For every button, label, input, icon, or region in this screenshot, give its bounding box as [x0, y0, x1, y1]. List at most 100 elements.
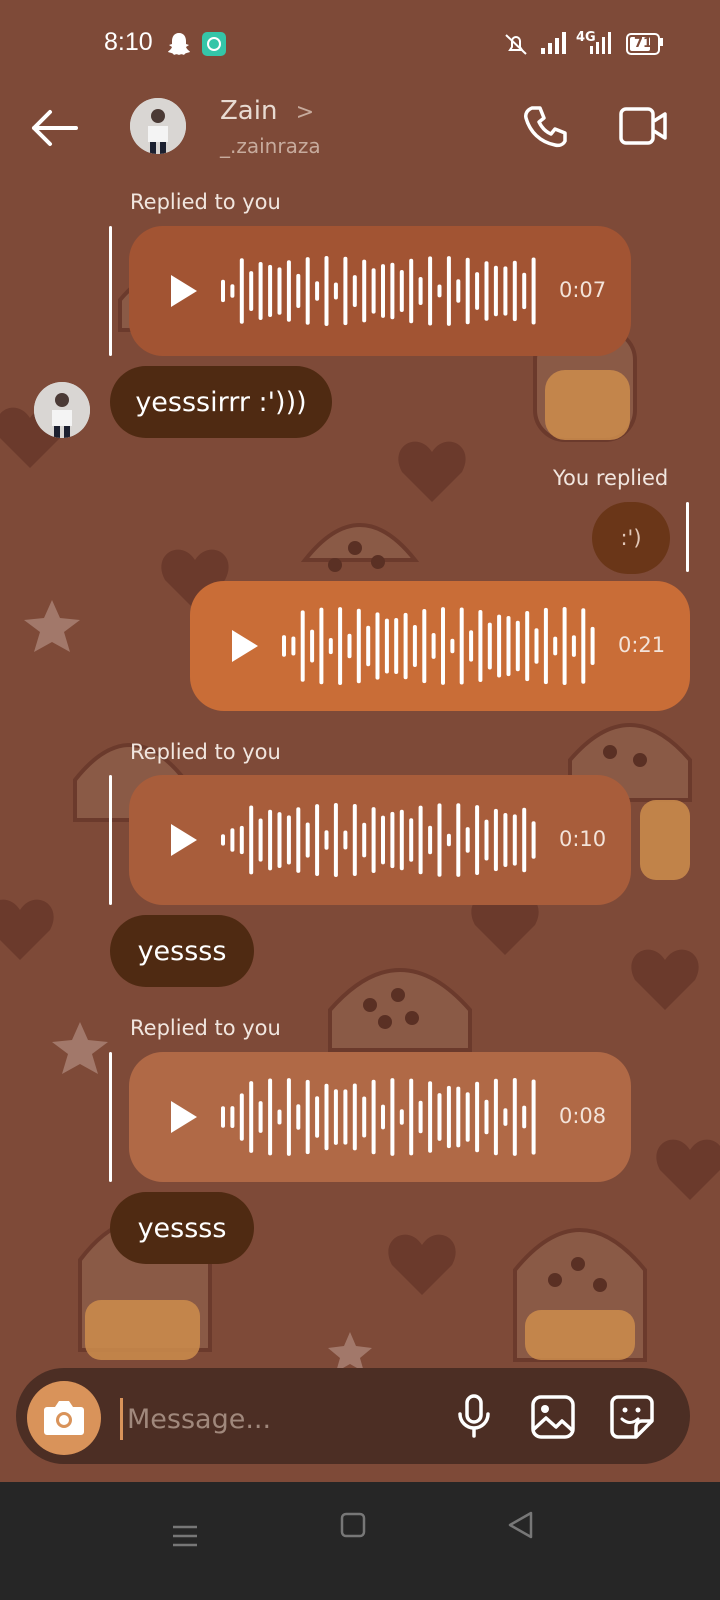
waveform — [221, 803, 536, 877]
play-icon[interactable] — [163, 271, 203, 311]
reply-indicator — [109, 226, 112, 356]
waveform-bar — [525, 611, 530, 682]
waveform-bar — [446, 256, 451, 326]
waveform-bar — [487, 622, 492, 670]
waveform-bar — [390, 811, 395, 869]
waveform-bar — [333, 282, 338, 300]
waveform-bar — [465, 1092, 470, 1142]
waveform-bar — [469, 630, 474, 662]
microphone-icon[interactable] — [456, 1394, 492, 1440]
waveform-bar — [515, 620, 520, 672]
waveform-bar — [291, 636, 296, 656]
home-nav-icon[interactable] — [340, 1512, 366, 1538]
phone-icon[interactable] — [522, 104, 568, 150]
waveform-bar — [534, 628, 539, 664]
waveform — [282, 607, 595, 685]
message-input[interactable] — [120, 1398, 449, 1440]
waveform-bar — [249, 805, 254, 875]
battery-icon: 71 — [626, 33, 660, 55]
waveform-bar — [422, 609, 427, 684]
waveform-bar — [286, 260, 291, 322]
waveform-bar — [456, 1086, 461, 1148]
sticker-icon[interactable] — [608, 1393, 656, 1441]
message-bubble[interactable]: yessss — [110, 915, 254, 987]
waveform-bar — [475, 272, 480, 310]
back-arrow-icon[interactable] — [30, 108, 80, 148]
waveform-bar — [531, 1079, 536, 1155]
snapchat-icon — [168, 33, 190, 55]
waveform-bar — [286, 1078, 291, 1156]
camera-button[interactable] — [27, 1381, 101, 1455]
status-time: 8:10 — [104, 28, 153, 56]
back-nav-icon[interactable] — [506, 1510, 534, 1540]
waveform-bar — [381, 815, 385, 865]
waveform-bar — [221, 1106, 225, 1128]
waveform-bar — [221, 279, 225, 303]
waveform-bar — [590, 626, 595, 665]
waveform-bar — [258, 1101, 263, 1133]
sender-avatar[interactable] — [34, 382, 90, 438]
waveform-bar — [475, 1081, 480, 1153]
waveform-bar — [310, 629, 315, 663]
play-icon[interactable] — [224, 626, 264, 666]
waveform-bar — [239, 1093, 244, 1141]
waveform-bar — [431, 633, 436, 659]
waveform-bar — [390, 262, 395, 320]
contact-avatar[interactable] — [130, 98, 186, 154]
waveform-bar — [268, 809, 273, 871]
reply-indicator — [109, 1052, 112, 1182]
waveform-bar — [249, 271, 254, 311]
waveform-bar — [347, 633, 352, 659]
waveform-bar — [221, 834, 225, 846]
waveform-bar — [478, 610, 483, 682]
reply-label: Replied to you — [130, 1016, 281, 1040]
video-call-icon[interactable] — [618, 106, 668, 146]
waveform-bar — [428, 256, 433, 326]
waveform-bar — [352, 1083, 357, 1151]
waveform-bar — [394, 618, 399, 674]
waveform-bar — [465, 827, 470, 853]
voice-duration: 0:10 — [559, 827, 607, 851]
waveform-bar — [277, 1109, 282, 1125]
menu-nav-icon[interactable] — [172, 1524, 198, 1548]
waveform-bar — [441, 607, 445, 685]
voice-message[interactable]: 0:21 — [190, 581, 690, 711]
waveform-bar — [418, 805, 423, 875]
waveform-bar — [384, 618, 389, 674]
waveform-bar — [305, 257, 310, 325]
waveform-bar — [296, 1104, 301, 1130]
waveform-bar — [409, 818, 414, 862]
waveform — [221, 1078, 536, 1156]
waveform-bar — [456, 279, 461, 303]
waveform-bar — [456, 803, 461, 877]
waveform-bar — [356, 608, 361, 684]
waveform-bar — [503, 1108, 508, 1126]
waveform-bar — [512, 1078, 517, 1156]
waveform-bar — [522, 272, 527, 310]
play-icon[interactable] — [163, 820, 203, 860]
voice-duration: 0:08 — [559, 1104, 607, 1128]
gallery-icon[interactable] — [530, 1394, 576, 1440]
waveform-bar — [512, 814, 517, 866]
message-bubble[interactable]: yessss — [110, 1192, 254, 1264]
waveform-bar — [371, 268, 376, 314]
waveform-bar — [381, 264, 385, 318]
waveform-bar — [506, 616, 511, 677]
waveform-bar — [268, 264, 273, 317]
voice-message[interactable]: 0:07 — [129, 226, 631, 356]
play-icon[interactable] — [163, 1097, 203, 1137]
waveform-bar — [446, 833, 451, 847]
replied-to-message[interactable]: :') — [592, 502, 670, 574]
message-bubble[interactable]: yesssirrr :'))) — [110, 366, 332, 438]
waveform-bar — [412, 625, 417, 667]
voice-message[interactable]: 0:10 — [129, 775, 631, 905]
waveform-bar — [484, 261, 489, 321]
contact-name[interactable]: Zain > — [220, 96, 314, 126]
waveform-bar — [324, 1083, 329, 1151]
voice-message[interactable]: 0:08 — [129, 1052, 631, 1182]
waveform-bar — [459, 607, 464, 685]
notification-icon — [202, 32, 226, 56]
waveform-bar — [277, 812, 282, 868]
waveform-bar — [343, 830, 348, 850]
waveform-bar — [437, 284, 442, 298]
